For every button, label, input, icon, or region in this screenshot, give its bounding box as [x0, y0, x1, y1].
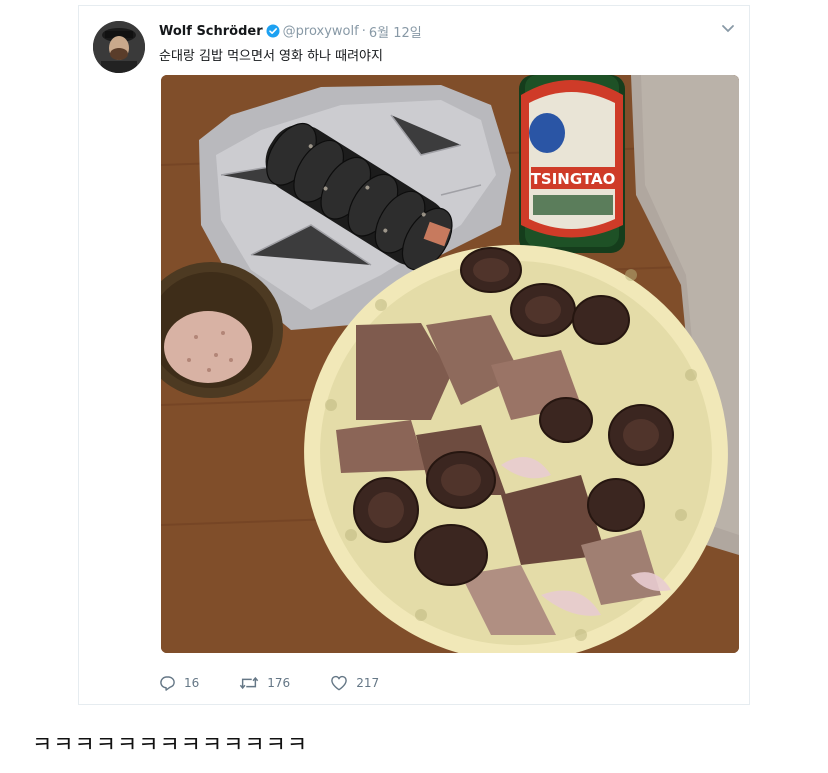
like-button[interactable]: 217 — [330, 675, 379, 691]
tweet-card[interactable]: Wolf Schröder @proxywolf · 6월 12일 순대랑 김밥… — [78, 5, 750, 705]
heart-icon — [331, 675, 348, 691]
food-photo: TSINGTAO — [161, 75, 739, 653]
retweet-button[interactable]: 176 — [239, 675, 290, 691]
tweet-date[interactable]: 6월 12일 — [369, 22, 422, 41]
reply-button[interactable]: 16 — [159, 675, 199, 692]
tweet-header: Wolf Schröder @proxywolf · 6월 12일 — [159, 20, 422, 42]
user-handle[interactable]: @proxywolf — [283, 24, 359, 39]
separator-dot: · — [361, 23, 366, 39]
reply-count: 16 — [184, 676, 200, 690]
tweet-actions: 16 176 217 — [159, 672, 419, 694]
retweet-icon — [240, 676, 259, 690]
like-count: 217 — [356, 676, 380, 690]
tweet-text: 순대랑 김밥 먹으면서 영화 하나 때려야지 — [159, 49, 383, 64]
tweet-photo[interactable]: TSINGTAO — [161, 75, 739, 653]
retweet-count: 176 — [267, 676, 291, 690]
avatar-image — [93, 21, 145, 73]
display-name[interactable]: Wolf Schröder — [159, 24, 263, 39]
reply-icon — [160, 675, 175, 691]
bottle-label: TSINGTAO — [531, 170, 616, 188]
chevron-down-icon[interactable] — [721, 24, 735, 34]
comment-text: ㅋㅋㅋㅋㅋㅋㅋㅋㅋㅋㅋㅋㅋ — [32, 733, 309, 758]
verified-badge-icon — [266, 24, 280, 38]
avatar[interactable] — [93, 21, 145, 73]
